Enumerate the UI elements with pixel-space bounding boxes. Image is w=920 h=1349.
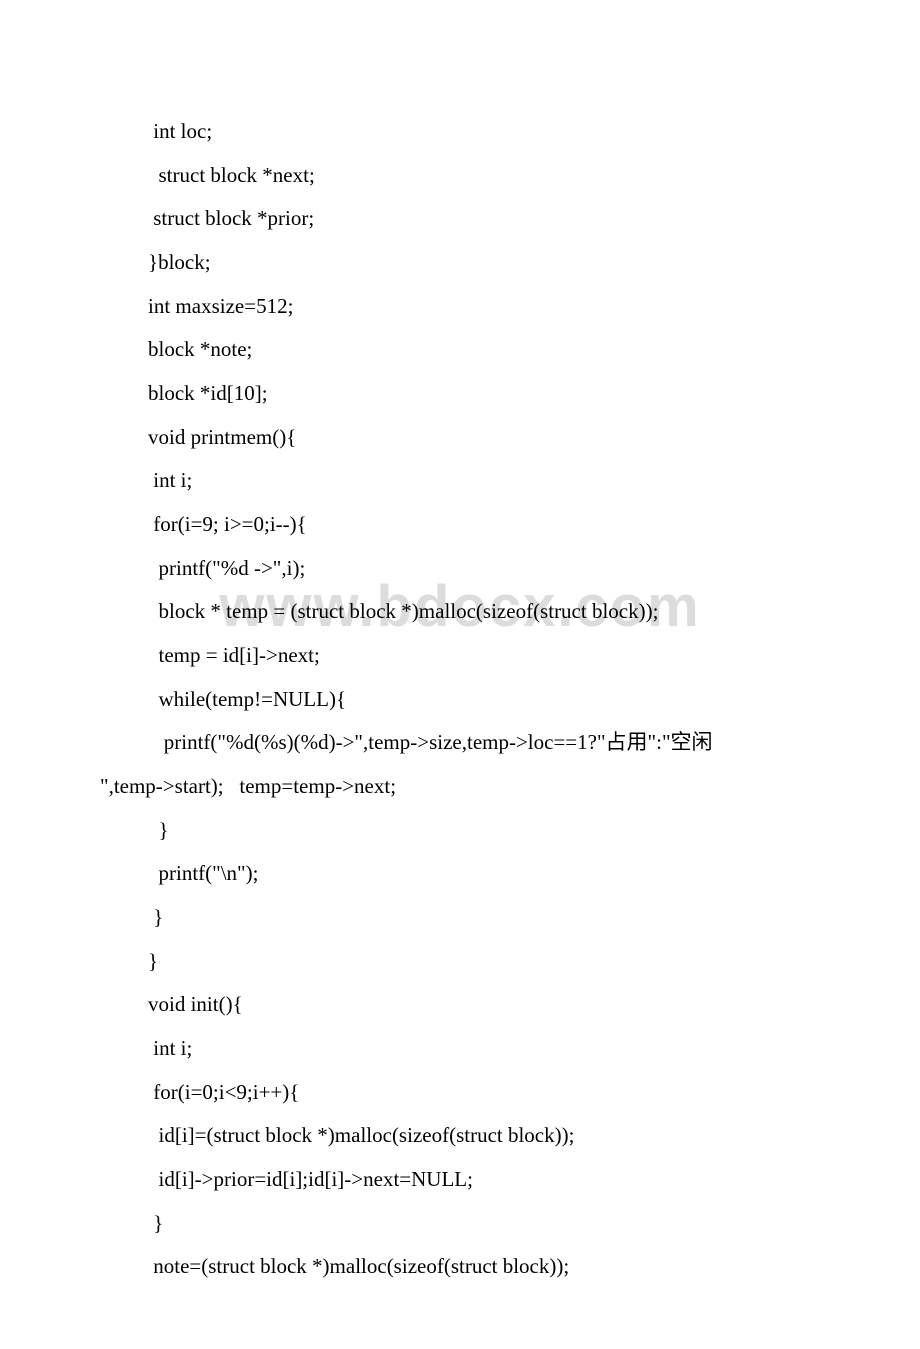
code-line: struct block *next;	[100, 154, 820, 198]
code-line: block *note;	[100, 328, 820, 372]
code-line: temp = id[i]->next;	[100, 634, 820, 678]
code-line: id[i]=(struct block *)malloc(sizeof(stru…	[100, 1114, 820, 1158]
code-line: for(i=9; i>=0;i--){	[100, 503, 820, 547]
code-line: for(i=0;i<9;i++){	[100, 1071, 820, 1115]
code-line: void printmem(){	[100, 416, 820, 460]
code-line: block *id[10];	[100, 372, 820, 416]
code-line: while(temp!=NULL){	[100, 678, 820, 722]
code-line: printf("%d ->",i);	[100, 547, 820, 591]
code-line: id[i]->prior=id[i];id[i]->next=NULL;	[100, 1158, 820, 1202]
code-line: int loc;	[100, 110, 820, 154]
code-line: int i;	[100, 459, 820, 503]
code-line: printf("\n");	[100, 852, 820, 896]
code-line: }block;	[100, 241, 820, 285]
code-line: }	[100, 896, 820, 940]
code-line: }	[100, 809, 820, 853]
code-line: }	[100, 1202, 820, 1246]
code-line: int i;	[100, 1027, 820, 1071]
code-line: void init(){	[100, 983, 820, 1027]
document-page: int loc; struct block *next; struct bloc…	[0, 0, 920, 1349]
code-line: ",temp->start); temp=temp->next;	[100, 765, 820, 809]
code-line: block * temp = (struct block *)malloc(si…	[100, 590, 820, 634]
code-line: }	[100, 940, 820, 984]
code-line: struct block *prior;	[100, 197, 820, 241]
code-line: printf("%d(%s)(%d)->",temp->size,temp->l…	[100, 721, 820, 765]
code-line: note=(struct block *)malloc(sizeof(struc…	[100, 1245, 820, 1289]
code-block: int loc; struct block *next; struct bloc…	[100, 110, 820, 1289]
code-line: int maxsize=512;	[100, 285, 820, 329]
